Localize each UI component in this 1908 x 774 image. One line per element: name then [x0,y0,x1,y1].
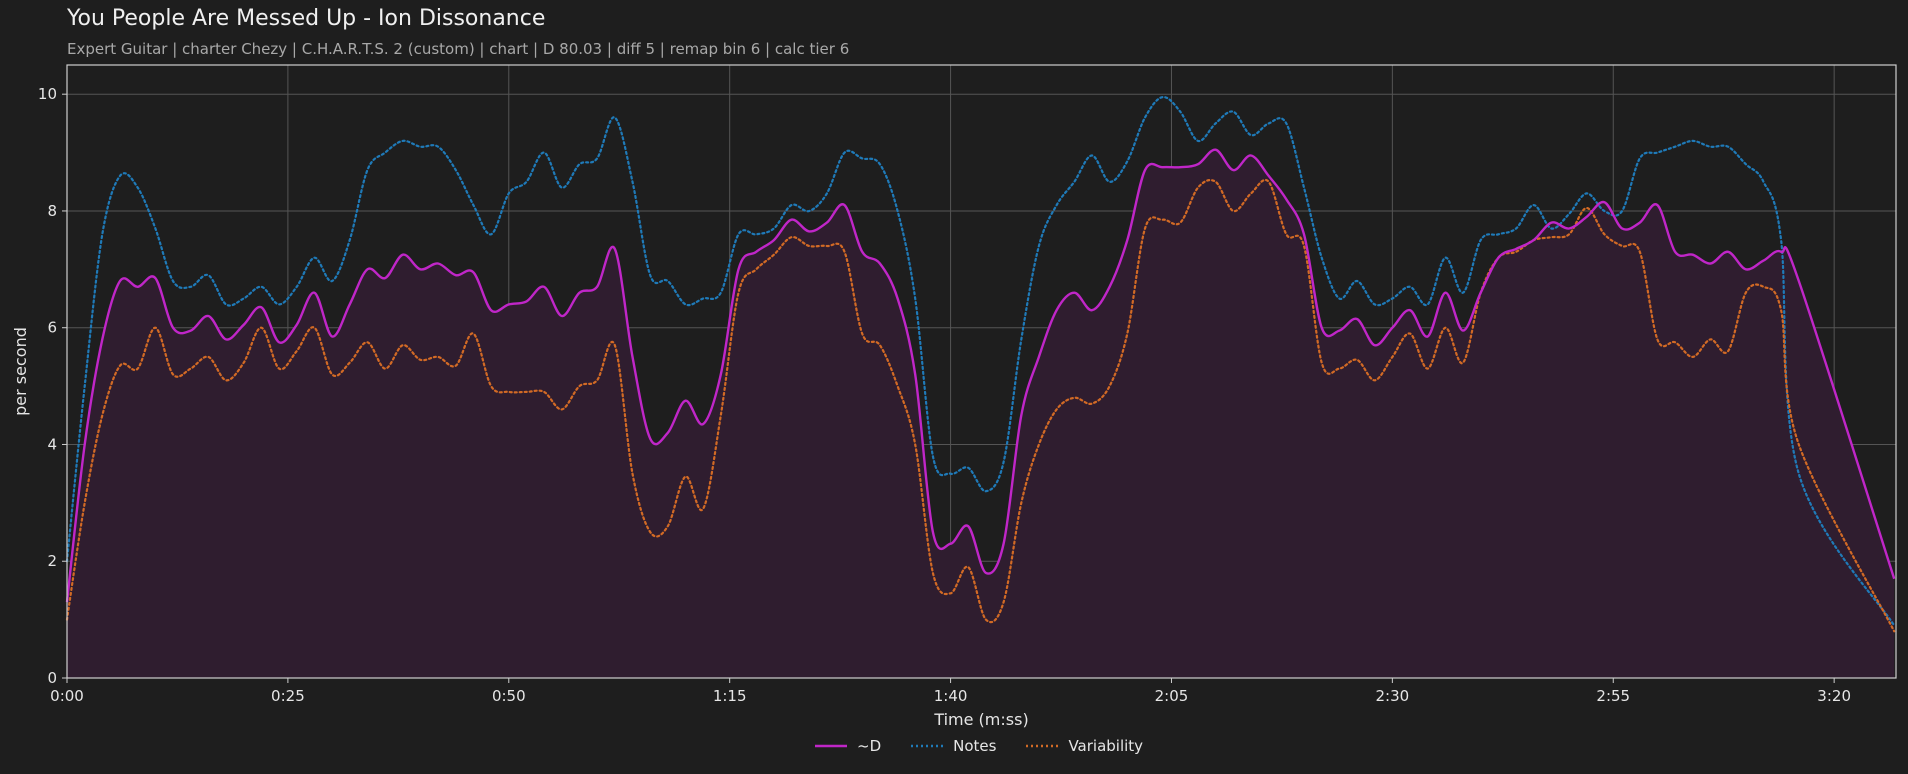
y-tick-label: 10 [38,85,57,103]
legend-swatch-d [815,744,847,748]
x-tick-label: 0:00 [50,687,84,705]
y-tick-label: 4 [47,435,57,453]
x-tick-label: 0:50 [492,687,526,705]
chart-canvas: 0 2 4 6 8 10 0:00 0:25 0:50 1:15 1:40 2:05 2:30 2:55 3… [11,64,1897,729]
legend-label-d: ~D [857,737,882,755]
legend-label-variability: Variability [1068,737,1144,755]
y-tick-label: 8 [47,202,57,220]
y-tick-label: 0 [47,669,57,687]
x-tick-label: 1:40 [934,687,968,705]
chart-legend: ~D Notes Variability [815,737,1173,755]
x-axis-label: Time (m:ss) [933,710,1028,729]
x-tick-label: 3:20 [1817,687,1851,705]
legend-swatch-variability [1026,744,1059,748]
legend-item-d[interactable]: ~D [815,737,881,755]
x-tick-label: 0:25 [271,687,305,705]
y-tick-label: 2 [47,552,57,570]
legend-label-notes: Notes [953,737,997,755]
y-tick-label: 6 [47,319,57,337]
y-axis-label: per second [11,327,30,416]
x-tick-label: 1:15 [713,687,747,705]
legend-item-notes[interactable]: Notes [911,737,996,755]
legend-swatch-notes [911,744,944,748]
x-tick-label: 2:05 [1155,687,1189,705]
legend-item-variability[interactable]: Variability [1026,737,1143,755]
x-tick-label: 2:30 [1376,687,1410,705]
x-tick-label: 2:55 [1596,687,1630,705]
